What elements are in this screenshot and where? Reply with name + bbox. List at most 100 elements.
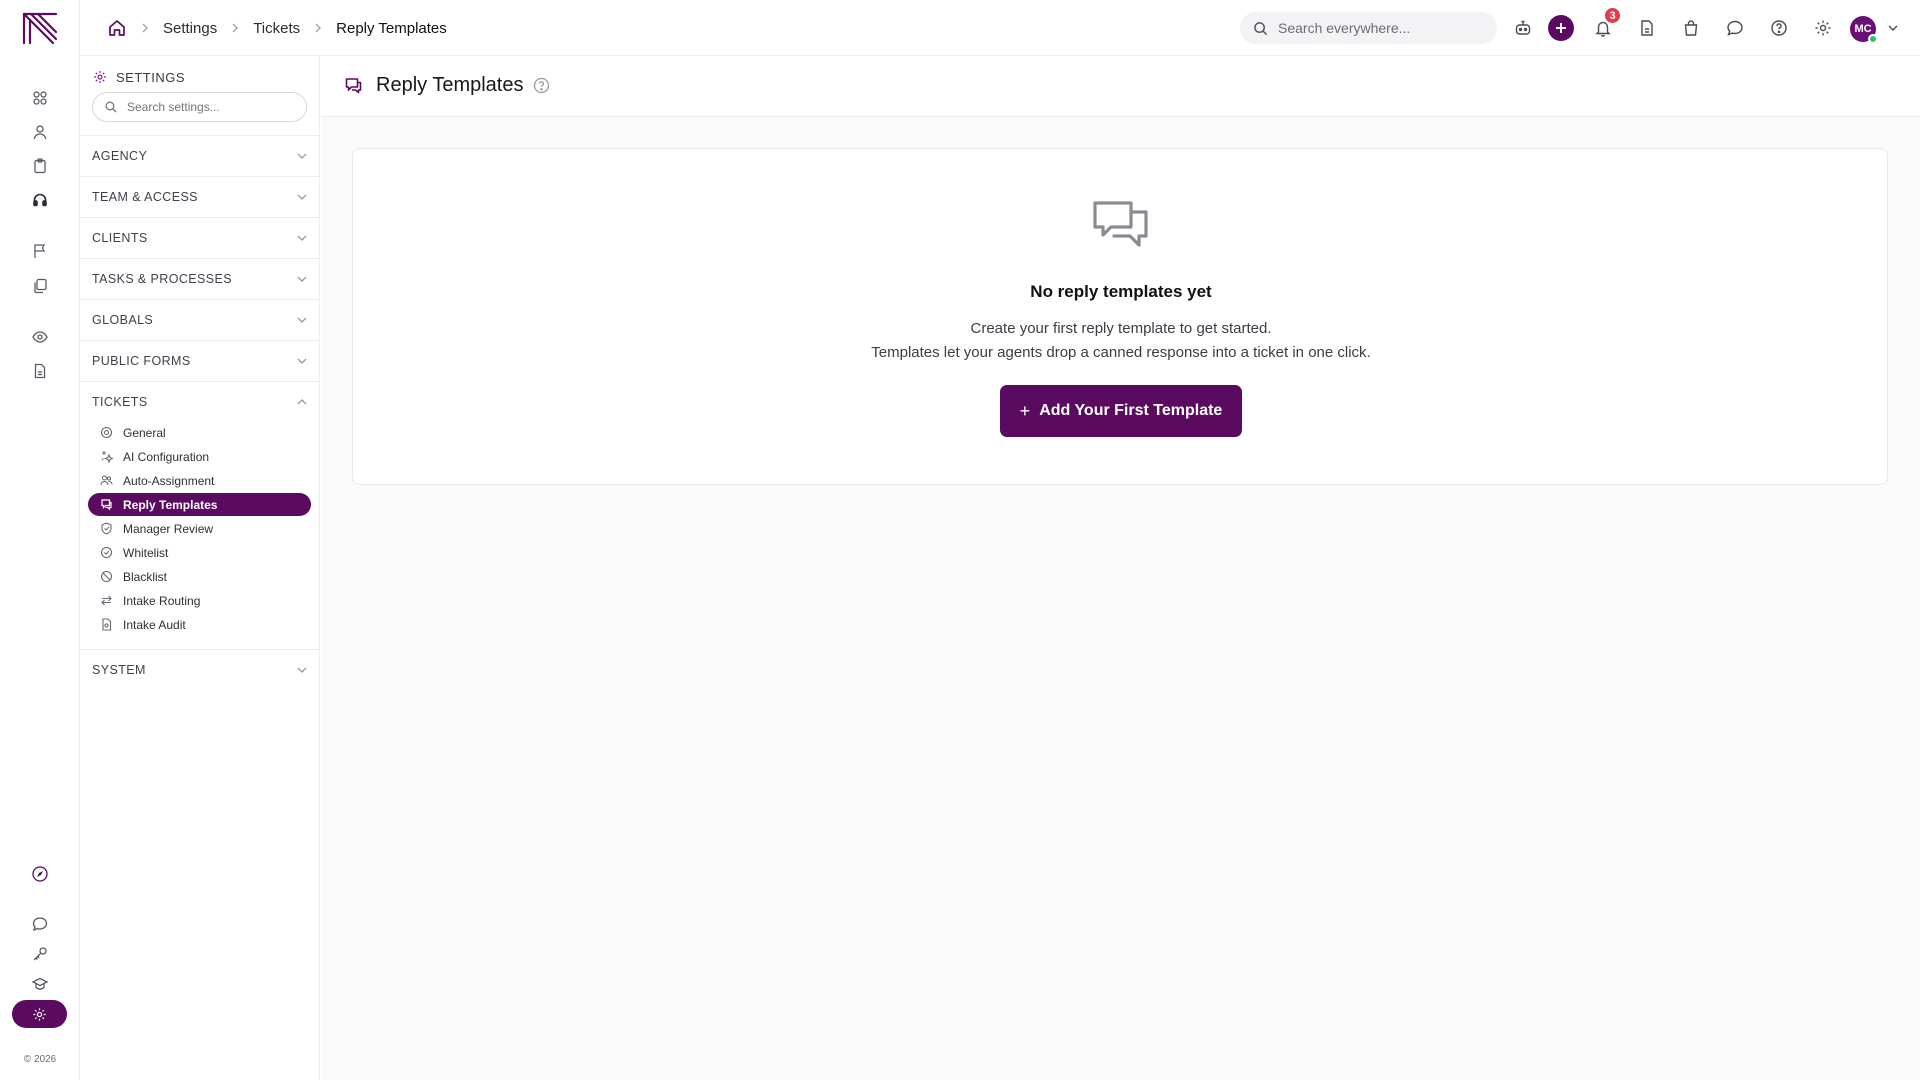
robot-icon[interactable] [1511, 16, 1535, 40]
section-label: AGENCY [92, 149, 148, 163]
chevron-right-icon [315, 23, 322, 33]
chevron-down-icon [297, 153, 307, 159]
page-header: Reply Templates [321, 56, 1920, 117]
section-tasks-processes[interactable]: TASKS & PROCESSES [80, 258, 320, 299]
page-title: Reply Templates [376, 74, 524, 96]
sidebar-item-ai-configuration[interactable]: AI Configuration [88, 445, 311, 468]
empty-state-title: No reply templates yet [1030, 282, 1212, 301]
section-label: TASKS & PROCESSES [92, 272, 232, 286]
sidebar-item-intake-routing[interactable]: Intake Routing [88, 589, 311, 612]
sidebar-item-label: Manager Review [123, 521, 214, 536]
empty-state-description: Create your first reply template to get … [970, 320, 1272, 337]
empty-state-description: Templates let your agents drop a canned … [871, 344, 1371, 361]
settings-gear-icon[interactable] [12, 1000, 67, 1028]
flag-icon[interactable] [30, 241, 50, 261]
avatar[interactable]: MC [1850, 16, 1878, 44]
settings-search[interactable] [92, 92, 307, 122]
sidebar-item-label: Blacklist [123, 569, 168, 584]
settings-sidebar: SETTINGS AGENCY TEAM & ACCESS CLIENTS TA… [80, 56, 320, 1080]
section-label: PUBLIC FORMS [92, 354, 191, 368]
settings-header: SETTINGS [93, 67, 185, 87]
sidebar-item-whitelist[interactable]: Whitelist [88, 541, 311, 564]
chevron-down-icon [297, 667, 307, 673]
sidebar-item-label: Reply Templates [123, 497, 218, 512]
chevron-right-icon [232, 23, 239, 33]
sidebar-item-blacklist[interactable]: Blacklist [88, 565, 311, 588]
breadcrumb-settings[interactable]: Settings [163, 20, 217, 37]
section-globals[interactable]: GLOBALS [80, 299, 320, 340]
key-icon[interactable] [30, 944, 50, 964]
avatar-initials: MC [1854, 23, 1872, 35]
gear-icon [94, 71, 106, 83]
chevron-down-icon [297, 317, 307, 323]
app-logo[interactable] [21, 11, 59, 45]
home-icon[interactable] [107, 18, 127, 38]
sidebar-item-intake-audit[interactable]: Intake Audit [88, 613, 311, 636]
grid-icon[interactable] [30, 88, 50, 108]
sidebar-item-auto-assignment[interactable]: Auto-Assignment [88, 469, 311, 492]
add-first-template-label: Add Your First Template [1039, 402, 1223, 419]
add-first-template-button[interactable]: + Add Your First Template [1000, 385, 1242, 437]
file-audit-icon [102, 618, 112, 631]
section-tickets[interactable]: TICKETS [80, 381, 320, 422]
chat-bubbles-icon [345, 78, 362, 94]
section-public-forms[interactable]: PUBLIC FORMS [80, 340, 320, 381]
copyright: © 2026 [23, 1054, 57, 1065]
breadcrumb-current: Reply Templates [336, 19, 447, 37]
breadcrumb-tickets[interactable]: Tickets [253, 20, 300, 37]
eye-icon[interactable] [30, 327, 50, 347]
section-team-access[interactable]: TEAM & ACCESS [80, 176, 320, 217]
notification-badge: 3 [1604, 7, 1621, 24]
sidebar-item-general[interactable]: General [88, 421, 311, 444]
chat-icon[interactable] [30, 914, 50, 934]
section-system[interactable]: SYSTEM [80, 649, 320, 690]
sidebar-item-label: Whitelist [123, 545, 169, 560]
shield-check-icon [101, 522, 112, 535]
docs-stack-icon[interactable] [30, 276, 50, 296]
users-icon [100, 475, 113, 486]
check-circle-icon [100, 546, 113, 559]
global-search-input[interactable] [1278, 20, 1478, 36]
arrows-icon [101, 595, 112, 606]
search-icon [105, 101, 117, 113]
settings-search-input[interactable] [127, 100, 297, 114]
global-search[interactable] [1240, 12, 1497, 44]
user-icon[interactable] [30, 122, 50, 142]
section-clients[interactable]: CLIENTS [80, 217, 320, 258]
gear-icon[interactable] [1811, 16, 1835, 40]
rocket-icon[interactable] [30, 864, 50, 884]
online-status-dot [1868, 34, 1878, 44]
sidebar-item-reply-templates[interactable]: Reply Templates [88, 493, 311, 516]
section-label: TEAM & ACCESS [92, 190, 198, 204]
chevron-down-icon [297, 276, 307, 282]
sidebar-item-label: General [123, 425, 166, 440]
sparkles-icon [101, 451, 113, 463]
main-content: Reply Templates No reply templates yet C… [321, 56, 1920, 1080]
shopping-bag-icon[interactable] [1679, 16, 1703, 40]
gear-icon [100, 426, 113, 439]
sidebar-item-label: AI Configuration [123, 449, 210, 464]
icon-rail: © 2026 [0, 0, 80, 1080]
ban-icon [100, 570, 113, 583]
chevron-right-icon [142, 23, 148, 33]
graduation-cap-icon[interactable] [30, 974, 50, 994]
breadcrumb: Settings Tickets Reply Templates [107, 0, 447, 56]
headset-icon[interactable] [30, 190, 50, 210]
sidebar-item-label: Intake Routing [123, 593, 201, 608]
sidebar-item-manager-review[interactable]: Manager Review [88, 517, 311, 540]
file-icon[interactable] [1635, 16, 1659, 40]
document-icon[interactable] [30, 361, 50, 381]
section-label: SYSTEM [92, 663, 146, 677]
section-agency[interactable]: AGENCY [80, 135, 320, 176]
create-new-button[interactable] [1548, 15, 1574, 41]
chat-bubbles-icon [1093, 201, 1148, 247]
plus-icon: + [1019, 400, 1031, 421]
search-icon [1254, 21, 1268, 35]
message-icon[interactable] [1723, 16, 1747, 40]
chevron-down-icon[interactable] [1886, 21, 1900, 35]
clipboard-icon[interactable] [30, 156, 50, 176]
help-icon[interactable] [1767, 16, 1791, 40]
chevron-down-icon [297, 235, 307, 241]
help-icon[interactable] [533, 77, 550, 94]
sidebar-item-label: Auto-Assignment [123, 473, 215, 488]
